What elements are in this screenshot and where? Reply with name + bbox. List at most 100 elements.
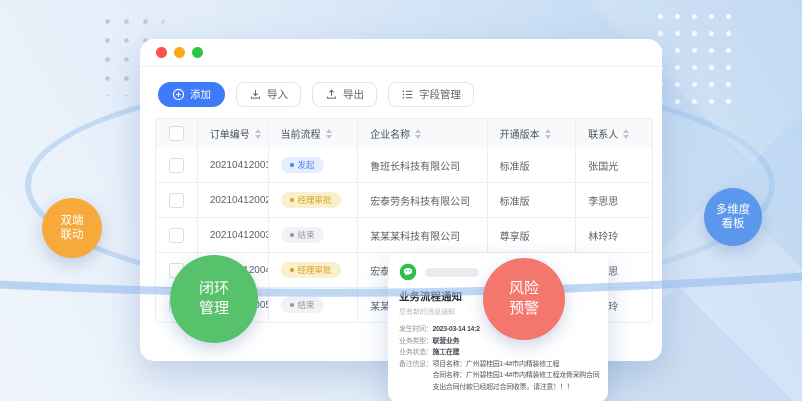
risk-warning-bubble: 风险 预警	[483, 258, 565, 340]
notification-field: 备注信息：项目名称：广州碧桂园1-4#市内精装修工程合同名称：广州碧桂园1-4#…	[399, 359, 600, 394]
table-row[interactable]: 20210412002经理审批宏泰劳务科技有限公司标准版李思思	[156, 183, 652, 218]
row-checkbox[interactable]	[169, 193, 184, 208]
sort-icon[interactable]	[623, 129, 629, 139]
header-row: 订单编号 当前流程 企业名称开通版本 联系人	[156, 119, 652, 148]
multi-dashboard-bubble: 多维度 看板	[704, 188, 762, 246]
column-header-label: 当前流程	[281, 126, 321, 141]
closed-loop-label-1: 闭环	[199, 279, 229, 299]
plus-circle-icon	[172, 88, 185, 101]
dual-link-bubble: 双端 联动	[42, 198, 102, 258]
closed-loop-bubble: 闭环 管理	[170, 255, 258, 343]
header-checkbox-cell	[156, 119, 198, 148]
flow-cell: 结束	[269, 288, 359, 322]
dual-link-label-2: 联动	[61, 228, 84, 242]
column-header[interactable]: 当前流程	[269, 119, 359, 148]
flow-cell: 发起	[269, 148, 359, 182]
flow-badge: 经理审批	[281, 192, 341, 208]
notification-field-value: 施工在建	[433, 347, 460, 359]
version-cell: 尊享版	[488, 218, 577, 252]
sort-up-arrow	[255, 129, 261, 133]
add-button-label: 添加	[190, 87, 211, 102]
row-checkbox[interactable]	[169, 158, 184, 173]
notification-field-value: 联营业务	[433, 336, 460, 348]
risk-warning-label-2: 预警	[509, 299, 539, 319]
list-icon	[401, 88, 414, 101]
column-header[interactable]: 开通版本	[488, 119, 577, 148]
sort-down-arrow	[415, 135, 421, 139]
select-all-checkbox[interactable]	[169, 126, 184, 141]
risk-warning-label-1: 风险	[509, 279, 539, 299]
download-icon	[249, 88, 262, 101]
notification-field-label: 发生时间：	[399, 324, 433, 336]
column-header-label: 开通版本	[500, 126, 540, 141]
multi-dashboard-label-2: 看板	[722, 217, 745, 231]
row-checkbox-cell	[156, 218, 198, 252]
row-checkbox-cell	[156, 183, 198, 217]
dual-link-label-1: 双端	[61, 214, 84, 228]
sort-up-arrow	[415, 129, 421, 133]
sort-up-arrow	[326, 129, 332, 133]
notification-field-label: 备注信息：	[399, 359, 433, 394]
import-button[interactable]: 导入	[236, 82, 301, 107]
flow-badge-label: 发起	[298, 159, 315, 171]
notification-field-extra-line: 合同名称：广州碧桂园1-4#市内精装修工程龙骨采购合同	[433, 370, 600, 382]
sort-icon[interactable]	[255, 129, 261, 139]
company-cell: 某某某科技有限公司	[358, 218, 487, 252]
notification-field-value: 2023-03-14 14:2	[433, 324, 480, 336]
import-button-label: 导入	[267, 87, 288, 102]
table-row[interactable]: 20210412001发起鲁班长科技有限公司标准版张国光	[156, 148, 652, 183]
flow-status-dot	[290, 268, 294, 272]
flow-status-dot	[290, 233, 294, 237]
sort-down-arrow	[623, 135, 629, 139]
toolbar: 添加 导入 导出 字段管理	[140, 67, 662, 107]
wechat-icon	[399, 263, 417, 281]
sort-icon[interactable]	[326, 129, 332, 139]
column-header-label: 联系人	[588, 126, 618, 141]
flow-cell: 经理审批	[269, 253, 359, 287]
contact-cell: 李思思	[576, 183, 652, 217]
flow-badge: 发起	[281, 157, 324, 173]
column-header-label: 订单编号	[210, 126, 250, 141]
flow-cell: 经理审批	[269, 183, 359, 217]
column-header[interactable]: 订单编号	[198, 119, 269, 148]
flow-status-dot	[290, 303, 294, 307]
flow-badge: 结束	[281, 227, 324, 243]
add-button[interactable]: 添加	[158, 82, 225, 107]
upload-icon	[325, 88, 338, 101]
export-button[interactable]: 导出	[312, 82, 377, 107]
flow-badge-label: 经理审批	[298, 264, 332, 276]
notification-field-label: 业务状态：	[399, 347, 433, 359]
flow-badge-label: 结束	[298, 229, 315, 241]
window-maximize-dot[interactable]	[192, 47, 203, 58]
flow-status-dot	[290, 163, 294, 167]
table-row[interactable]: 20210412003结束某某某科技有限公司尊享版林玲玲	[156, 218, 652, 253]
flow-status-dot	[290, 198, 294, 202]
version-cell: 标准版	[488, 148, 577, 182]
window-minimize-dot[interactable]	[174, 47, 185, 58]
order-cell: 20210412003	[198, 218, 269, 252]
column-header[interactable]: 联系人	[576, 119, 652, 148]
column-header[interactable]: 企业名称	[358, 119, 487, 148]
field-management-button[interactable]: 字段管理	[388, 82, 474, 107]
notification-field: 业务类型：联营业务	[399, 336, 600, 348]
flow-badge: 结束	[281, 297, 324, 313]
flow-badge-label: 结束	[298, 299, 315, 311]
sort-down-arrow	[545, 135, 551, 139]
notification-field-value: 项目名称：广州碧桂园1-4#市内精装修工程合同名称：广州碧桂园1-4#市内精装修…	[433, 359, 600, 394]
sort-up-arrow	[623, 129, 629, 133]
sort-icon[interactable]	[545, 129, 551, 139]
version-cell: 标准版	[488, 183, 577, 217]
table-header: 订单编号 当前流程 企业名称开通版本 联系人	[156, 119, 652, 148]
sort-down-arrow	[326, 135, 332, 139]
closed-loop-label-2: 管理	[199, 299, 229, 319]
flow-cell: 结束	[269, 218, 359, 252]
page-canvas: 添加 导入 导出 字段管理	[0, 0, 802, 401]
window-titlebar	[140, 39, 662, 67]
sort-up-arrow	[545, 129, 551, 133]
sender-placeholder	[425, 268, 479, 277]
row-checkbox-cell	[156, 148, 198, 182]
window-close-dot[interactable]	[156, 47, 167, 58]
sort-icon[interactable]	[415, 129, 421, 139]
row-checkbox[interactable]	[169, 228, 184, 243]
order-cell: 20210412002	[198, 183, 269, 217]
